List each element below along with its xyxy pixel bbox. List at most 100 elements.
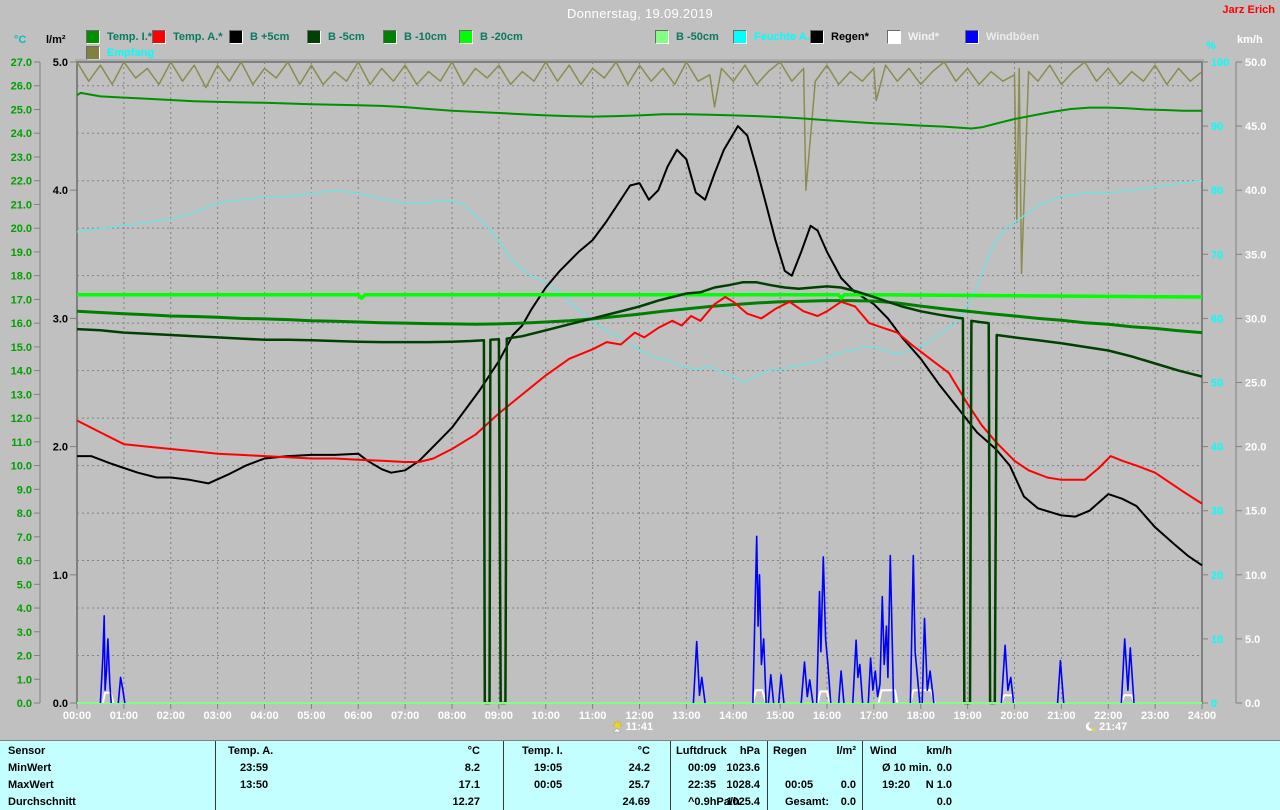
celsius-tick-label: 27.0	[11, 57, 32, 69]
kmh-tick-label: 20.0	[1245, 442, 1266, 454]
table-value: 1023.6	[726, 762, 760, 774]
time-tick-label: 17:00	[860, 710, 888, 722]
kmh-tick-label: 40.0	[1245, 185, 1266, 197]
series-windboeen	[1058, 661, 1064, 703]
percent-tick-label: 90	[1211, 121, 1223, 133]
table-value-time: Ø 10 min.	[882, 762, 932, 774]
percent-tick-label: 60	[1211, 313, 1223, 325]
table-col-unit: l/m²	[836, 745, 856, 757]
time-tick-label: 10:00	[532, 710, 560, 722]
time-tick-label: 04:00	[250, 710, 278, 722]
time-tick-label: 20:00	[1000, 710, 1028, 722]
series-wind	[879, 690, 898, 703]
kmh-tick-label: 30.0	[1245, 313, 1266, 325]
percent-tick-label: 10	[1211, 634, 1223, 646]
table-column-divider	[503, 741, 504, 810]
series-windboeen	[839, 671, 844, 703]
marker-11-41: 11:41	[611, 720, 654, 733]
table-value: N 1.0	[926, 779, 952, 791]
table-col-header: Regen	[773, 745, 807, 757]
percent-tick-label: 70	[1211, 249, 1223, 261]
time-tick-label: 19:00	[954, 710, 982, 722]
percent-tick-label: 30	[1211, 506, 1223, 518]
lm2-tick-label: 0.0	[53, 698, 68, 710]
celsius-tick-label: 20.0	[11, 223, 32, 235]
celsius-tick-label: 21.0	[11, 199, 32, 211]
series-windboeen	[910, 556, 919, 703]
table-row-header: Durchschnitt	[8, 796, 76, 808]
table-value: 0.0	[937, 762, 952, 774]
celsius-tick-label: 10.0	[11, 461, 32, 473]
celsius-tick-label: 9.0	[17, 484, 32, 496]
celsius-tick-label: 24.0	[11, 128, 32, 140]
table-value-time: 00:05	[785, 779, 813, 791]
series-windboeen	[118, 677, 125, 703]
celsius-tick-label: 12.0	[11, 413, 32, 425]
time-tick-label: 13:00	[672, 710, 700, 722]
lm2-tick-label: 4.0	[53, 185, 68, 197]
table-col-unit: hPa	[740, 745, 760, 757]
series-windboeen	[779, 675, 784, 703]
table-value-time: 00:09	[688, 762, 716, 774]
table-column-divider	[767, 741, 768, 810]
time-tick-label: 01:00	[110, 710, 138, 722]
sun-marker-icon	[611, 720, 624, 733]
kmh-tick-label: 50.0	[1245, 57, 1266, 69]
time-tick-label: 18:00	[907, 710, 935, 722]
series-windboeen	[853, 640, 863, 703]
stats-table: SensorMinWertMaxWertDurchschnittTemp. A.…	[0, 740, 1280, 810]
percent-tick-label: 40	[1211, 442, 1223, 454]
series-windboeen	[768, 675, 773, 703]
table-column-divider	[862, 741, 863, 810]
time-tick-label: 06:00	[344, 710, 372, 722]
time-tick-label: 21:00	[1047, 710, 1075, 722]
percent-tick-label: 20	[1211, 570, 1223, 582]
series-windboeen	[100, 616, 111, 703]
table-column-divider	[215, 741, 216, 810]
table-column-divider	[670, 741, 671, 810]
celsius-tick-label: 16.0	[11, 318, 32, 330]
table-value: 0.0	[841, 796, 856, 808]
table-value: 0.0	[841, 779, 856, 791]
lm2-tick-label: 3.0	[53, 313, 68, 325]
table-value: 1025.4	[726, 796, 760, 808]
table-col-unit: °C	[468, 745, 480, 757]
percent-tick-label: 0	[1211, 698, 1217, 710]
time-tick-label: 14:00	[719, 710, 747, 722]
table-value: 8.2	[465, 762, 480, 774]
celsius-tick-label: 25.0	[11, 104, 32, 116]
table-value: 24.2	[629, 762, 650, 774]
series-windboeen	[817, 557, 831, 703]
table-col-header: Temp. A.	[228, 745, 273, 757]
celsius-tick-label: 23.0	[11, 152, 32, 164]
table-value-time: 23:59	[240, 762, 268, 774]
time-tick-label: 15:00	[766, 710, 794, 722]
celsius-tick-label: 26.0	[11, 81, 32, 93]
celsius-tick-label: 19.0	[11, 247, 32, 259]
lm2-tick-label: 2.0	[53, 442, 68, 454]
series-b_plus5	[77, 126, 1202, 565]
table-value: 0.0	[937, 796, 952, 808]
series-wind	[818, 692, 830, 704]
time-tick-label: 08:00	[438, 710, 466, 722]
series-windboeen	[1121, 639, 1134, 703]
celsius-tick-label: 7.0	[17, 532, 32, 544]
table-value-time: 22:35	[688, 779, 716, 791]
time-tick-label: 03:00	[204, 710, 232, 722]
celsius-tick-label: 5.0	[17, 579, 32, 591]
marker-21-47: 21:47	[1084, 720, 1127, 733]
table-col-header: Wind	[870, 745, 897, 757]
kmh-tick-label: 25.0	[1245, 378, 1266, 390]
chart-plot[interactable]: 0.01.02.03.04.05.06.07.08.09.010.011.012…	[0, 0, 1280, 740]
celsius-tick-label: 22.0	[11, 176, 32, 188]
celsius-tick-label: 18.0	[11, 271, 32, 283]
series-wind	[753, 690, 766, 703]
time-tick-label: 11:00	[579, 710, 607, 722]
lm2-tick-label: 5.0	[53, 57, 68, 69]
percent-tick-label: 100	[1211, 57, 1229, 69]
time-tick-label: 00:00	[63, 710, 91, 722]
kmh-tick-label: 10.0	[1245, 570, 1266, 582]
table-value-time: 19:20	[882, 779, 910, 791]
celsius-tick-label: 13.0	[11, 389, 32, 401]
table-col-header: Temp. I.	[522, 745, 563, 757]
